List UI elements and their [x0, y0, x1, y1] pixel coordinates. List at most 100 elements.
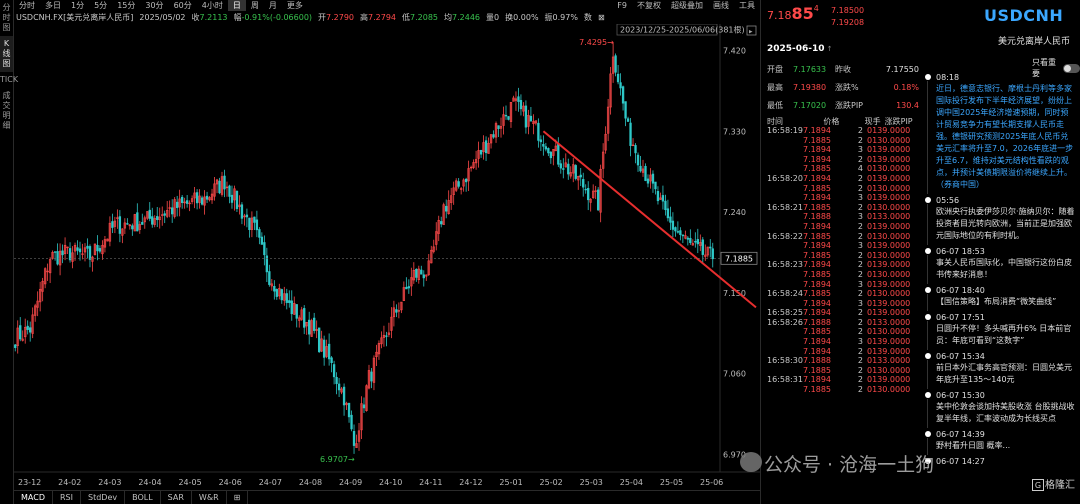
tab-timeshare[interactable]: 分时 [14, 0, 40, 11]
close-icon[interactable]: ⊠ [598, 13, 605, 22]
chart-corner-controls[interactable]: ▸ [746, 25, 757, 36]
tick-volume: 2 [857, 375, 863, 385]
stat-label-2: 昨收 [835, 64, 851, 74]
tab-15min[interactable]: 15分 [112, 0, 140, 11]
tab-1min[interactable]: 1分 [66, 0, 89, 11]
tick-price: 7.1885 [803, 385, 831, 395]
candle [696, 239, 699, 245]
low-value: 7.2085 [410, 13, 439, 22]
news-item[interactable]: 06-07 17:51 日圆升不停！多头喊再升6% 日本前官员：年底可看到“这数字… [922, 312, 1080, 350]
tab-monthly[interactable]: 月 [264, 0, 282, 11]
no-adjust-button[interactable]: 不复权 [632, 0, 666, 11]
tick-change: 0130.0000 [867, 269, 911, 279]
tick-change: 0139.0000 [867, 337, 911, 347]
tick-change: 0133.0000 [867, 212, 911, 222]
news-item[interactable]: 05:56 欧洲央行执委伊莎贝尔·施纳贝尔：随着投资者目光转向欧洲，当前正是加强欧… [922, 195, 1080, 245]
sidebar-item-trade-details[interactable]: 成交明细 [0, 88, 13, 134]
candle [288, 300, 291, 303]
tick-change: 0130.0000 [867, 250, 911, 260]
close-value: 7.2113 [199, 13, 228, 22]
candle [258, 229, 261, 238]
candle [76, 247, 79, 251]
bar-date: 2025/05/02 [139, 13, 186, 22]
candle [228, 185, 231, 197]
tick-price: 7.1894 [803, 375, 831, 385]
candle [14, 344, 17, 348]
tick-volume: 2 [857, 260, 863, 270]
timeline-dot-icon [925, 287, 931, 293]
news-item[interactable]: 06-07 18:40 【国信策略】布局消费“微笑曲线” [922, 285, 1080, 311]
timeline-dot-icon [925, 74, 931, 80]
tick-row: 7.1888 3 0133.0000 [767, 212, 923, 222]
tab-weekly[interactable]: 周 [246, 0, 264, 11]
candle [111, 221, 114, 228]
tab-5min[interactable]: 5分 [89, 0, 112, 11]
sidebar-item-tick[interactable]: TICK [0, 72, 18, 88]
candle [619, 82, 622, 89]
tick-change: 0139.0000 [867, 308, 911, 318]
candle [464, 178, 468, 183]
news-item[interactable]: 06-07 15:34 前日本外汇事务高官预测：日圆兑美元年底升至135～140元 [922, 351, 1080, 389]
news-item[interactable]: 06-07 14:39 野村看升日圆 概率... [922, 429, 1080, 455]
f9-button[interactable]: F9 [612, 0, 632, 11]
tick-volume: 3 [857, 337, 863, 347]
open-value: 7.2790 [326, 13, 355, 22]
tools-button[interactable]: 工具 [734, 0, 760, 11]
tick-volume: 2 [857, 269, 863, 279]
timeline-line [927, 294, 928, 311]
expand-icon[interactable]: ▸ [749, 28, 753, 36]
tick-volume: 2 [857, 135, 863, 145]
tab-boll[interactable]: BOLL [125, 491, 161, 504]
tab-4hour[interactable]: 4小时 [197, 0, 228, 11]
date-arrow-icon[interactable]: ↑ [825, 45, 833, 53]
tick-time [767, 222, 803, 232]
news-item[interactable]: 06-07 14:27 [922, 456, 1080, 470]
candle [507, 116, 510, 120]
tab-30min[interactable]: 30分 [140, 0, 168, 11]
tick-change: 0130.0000 [867, 202, 911, 212]
candle [78, 248, 82, 253]
tick-time [767, 164, 803, 174]
candle [646, 178, 650, 184]
tab-rsi[interactable]: RSI [53, 491, 81, 504]
tick-change: 0130.0000 [867, 365, 911, 375]
news-item[interactable]: 06-07 18:53 事关人民币国际化，中国银行这份白皮书传来好消息！ [922, 246, 1080, 284]
candle [405, 286, 408, 290]
tab-wr[interactable]: W&R [192, 491, 227, 504]
tab-sar[interactable]: SAR [161, 491, 192, 504]
candle [457, 181, 460, 187]
amplitude-label: 振 [544, 13, 553, 22]
sidebar-item-kline[interactable]: K线图 [0, 36, 13, 72]
high-label: 高 [360, 13, 369, 22]
x-tick-label: 24-06 [219, 478, 242, 487]
tick-row: 16:58:25 7.1894 2 0139.0000 [767, 308, 923, 318]
tick-time: 16:58:24 [767, 289, 803, 299]
tick-row: 7.1885 2 0130.0000 [767, 327, 923, 337]
tab-stddev[interactable]: StdDev [81, 491, 126, 504]
news-item[interactable]: 08:18 近日，德意志银行、摩根士丹利等多家国际投行发布下半年经济展望，纷纷上调… [922, 72, 1080, 194]
add-indicator-icon[interactable]: ⊞ [227, 491, 249, 504]
turnover-label: 换 [505, 13, 514, 22]
tick-row: 7.1894 3 0139.0000 [767, 280, 923, 290]
tick-time: 16:58:26 [767, 317, 803, 327]
super-overlay-button[interactable]: 超级叠加 [666, 0, 708, 11]
news-text: 野村看升日圆 概率... [936, 441, 1011, 450]
sidebar-item-timeshare[interactable]: 分时图 [0, 0, 13, 36]
tab-macd[interactable]: MACD [14, 491, 53, 504]
tick-change: 0130.0000 [867, 231, 911, 241]
draw-line-button[interactable]: 画线 [708, 0, 734, 11]
candles-group [14, 41, 714, 454]
tab-daily[interactable]: 日 [227, 0, 246, 11]
candle [245, 214, 249, 218]
tab-60min[interactable]: 60分 [169, 0, 197, 11]
tick-row: 7.1894 3 0139.0000 [767, 193, 923, 203]
tick-price: 7.1885 [803, 365, 831, 375]
news-item[interactable]: 06-07 15:30 美中伦敦会谈加持美股收涨 台股挑战收复半年线，汇率波动成为… [922, 390, 1080, 428]
tab-multiday[interactable]: 多日 [40, 0, 66, 11]
tab-more[interactable]: 更多 [282, 0, 308, 11]
tick-volume: 2 [857, 250, 863, 260]
candlestick-chart[interactable]: 7.4207.3307.2407.1507.0606.970 23-12 24-0… [14, 24, 760, 490]
candle [596, 189, 600, 211]
tick-row: 7.1885 4 0130.0000 [767, 164, 923, 174]
tick-change: 0139.0000 [867, 298, 911, 308]
